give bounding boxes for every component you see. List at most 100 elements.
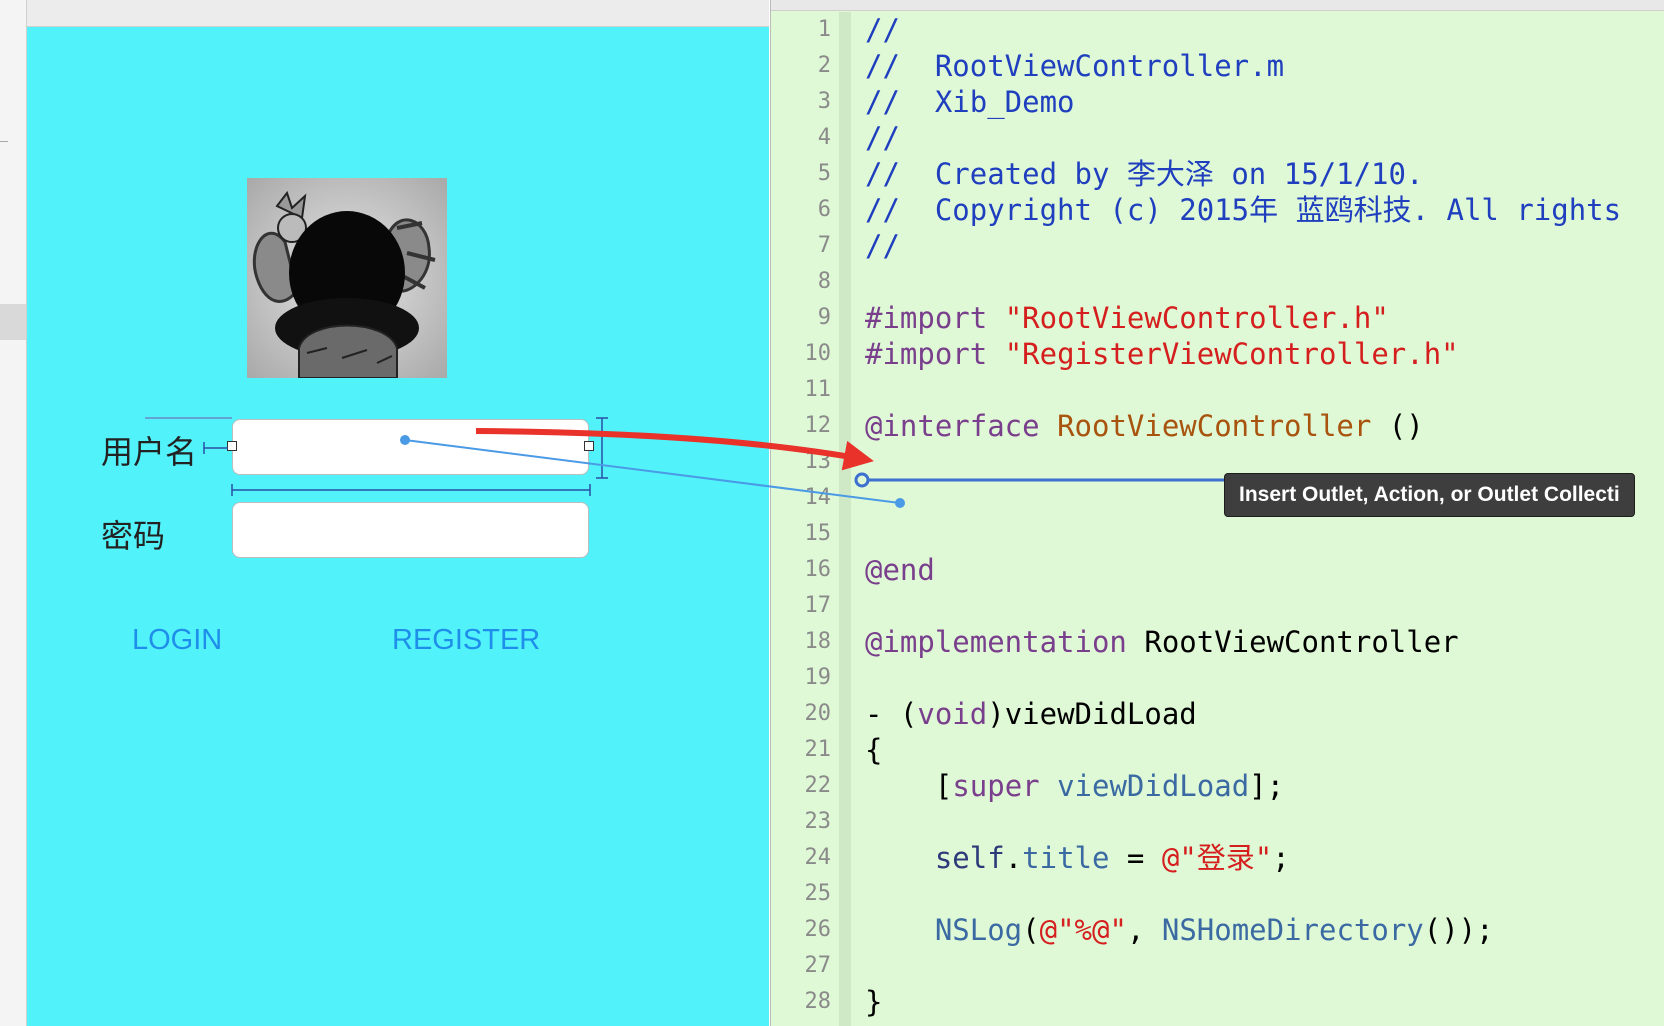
line-number: 24 [804,845,832,870]
password-label[interactable]: 密码 [101,511,165,557]
line-number: 9 [817,305,831,330]
line-number: 16 [804,557,832,582]
line-number: 28 [804,989,832,1014]
code-token: , [1126,913,1162,947]
code-token: RootViewController [1144,625,1459,659]
code-token: // Created by 李大泽 on 15/1/10. [865,157,1424,191]
line-number: 15 [804,521,832,546]
username-label[interactable]: 用户名 [101,427,197,473]
password-text-field[interactable] [232,502,589,558]
code-token: viewDidLoad [1057,769,1250,803]
code-token: self [934,841,1005,875]
line-number: 5 [817,161,831,186]
line-number: 3 [817,89,831,114]
code-token: NSLog [934,913,1023,947]
document-outline-edge [0,0,27,1026]
username-text-field[interactable] [232,419,589,475]
code-token: . [1004,841,1023,875]
line-code: NSLog(@"%@", NSHomeDirectory()); [865,912,1494,948]
outline-selection[interactable] [0,304,26,340]
line-code: @implementation RootViewController [865,624,1459,660]
cartoon-image [247,178,447,378]
code-token: ()); [1423,913,1494,947]
resize-handle-right[interactable] [584,441,594,451]
code-token: { [865,733,883,767]
code-token: super [952,769,1040,803]
line-code: } [865,984,882,1020]
line-number: 26 [804,917,832,942]
line-number: 12 [804,413,832,438]
line-code: - (void)viewDidLoad [865,696,1197,732]
line-code: // [865,12,900,48]
line-number: 13 [804,449,832,474]
interface-builder-pane: 用户名 密码 LOGIN REGISTER [0,0,770,1026]
line-number: 4 [817,125,831,150]
line-number: 22 [804,773,832,798]
line-number: 10 [804,341,832,366]
register-button[interactable]: REGISTER [392,624,540,657]
code-token: @implementation [865,625,1145,659]
code-token: } [865,985,883,1019]
resize-handle-left[interactable] [227,441,237,451]
editor-jump-bar [771,0,1664,11]
line-code: self.title = @"登录"; [865,840,1290,876]
line-code: [super viewDidLoad]; [865,768,1284,804]
code-token: #import [865,301,1005,335]
code-token: NSHomeDirectory [1161,913,1424,947]
line-number: 8 [817,269,831,294]
code-token: title [1022,841,1110,875]
code-token: ( [1022,913,1040,947]
code-token: // RootViewController.m [865,49,1285,83]
code-token: // Copyright (c) 2015年 蓝鸥科技. All rights [865,193,1622,227]
line-code: { [865,732,882,768]
code-token: // [865,13,900,47]
view-canvas[interactable]: 用户名 密码 LOGIN REGISTER [27,27,769,1026]
code-token: @"登录" [1161,841,1273,875]
line-number: 27 [804,953,832,978]
code-token: ; [1272,841,1290,875]
line-number: 2 [817,53,831,78]
code-token: [ [865,769,953,803]
code-token: @"%@" [1039,913,1127,947]
code-token: // Xib_Demo [865,85,1075,119]
line-number: 20 [804,701,832,726]
code-token: void [917,697,988,731]
line-number: 6 [817,197,831,222]
code-token: ]; [1249,769,1285,803]
code-token: () [1371,409,1424,443]
code-token: )viewDidLoad [987,697,1197,731]
code-token: = [1109,841,1162,875]
line-number: 19 [804,665,832,690]
line-code: @interface RootViewController () [865,408,1424,444]
code-token: @end [865,553,935,587]
login-button[interactable]: LOGIN [132,624,222,657]
line-number: 23 [804,809,832,834]
line-code: // Xib_Demo [865,84,1075,120]
line-number: 18 [804,629,832,654]
line-code: // Created by 李大泽 on 15/1/10. [865,156,1423,192]
code-token: "RegisterViewController.h" [1004,337,1459,371]
code-token: - ( [865,697,918,731]
line-number: 21 [804,737,832,762]
line-number: 7 [817,233,831,258]
code-token: RootViewController [1057,409,1372,443]
line-code: @end [865,552,935,588]
scene-dock-bar [27,0,769,27]
code-token: // [865,121,900,155]
code-token: @interface [865,409,1058,443]
line-code: // [865,228,900,264]
edge-tick [0,141,8,142]
line-code: #import "RootViewController.h" [865,300,1389,336]
line-number: 25 [804,881,832,906]
avatar-image-view[interactable] [247,178,447,378]
line-code: #import "RegisterViewController.h" [865,336,1459,372]
line-number: 11 [804,377,832,402]
line-code: // RootViewController.m [865,48,1284,84]
line-code: // [865,120,900,156]
gutter-marker-bar [839,12,851,1026]
connection-tooltip: Insert Outlet, Action, or Outlet Collect… [1224,473,1635,517]
code-token: // [865,229,900,263]
